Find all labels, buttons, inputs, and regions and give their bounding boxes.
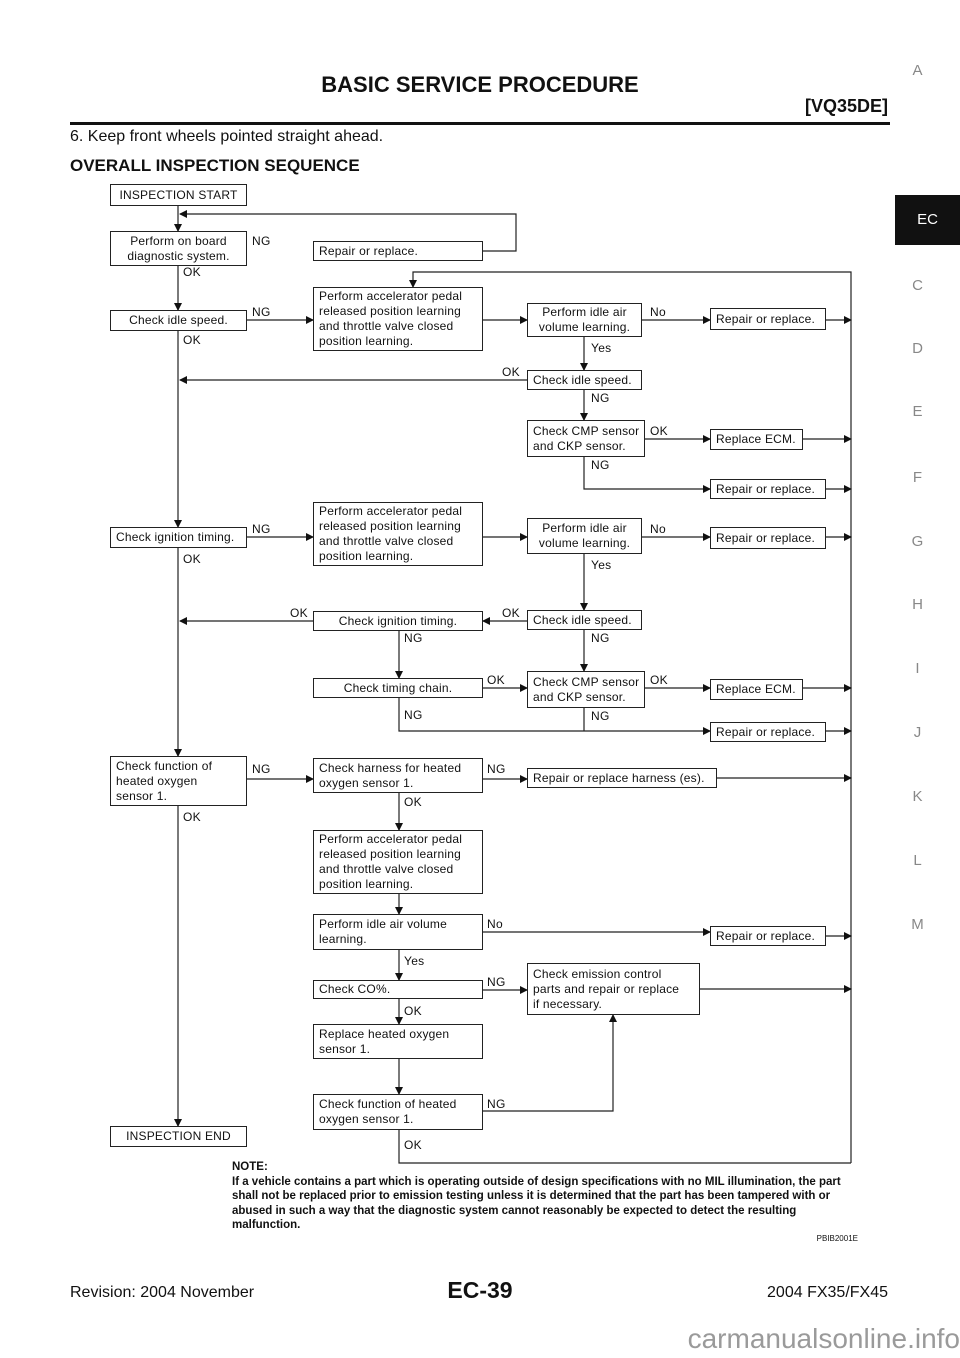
edge-label-ng: NG <box>252 762 271 776</box>
edge-label-ok: OK <box>650 424 668 438</box>
edge-label-yes: Yes <box>404 954 425 968</box>
edge-label-ng: NG <box>487 762 506 776</box>
flow-node-idle3: Check idle speed. <box>527 610 642 630</box>
flow-node-repair4: Repair or replace. <box>710 527 826 549</box>
flow-node-chain: Check timing chain. <box>313 678 483 698</box>
edge-label-ok: OK <box>404 1138 422 1152</box>
flow-node-start: INSPECTION START <box>110 184 247 206</box>
flow-node-idleair1: Perform idle air volume learning. <box>527 303 642 337</box>
flow-node-ecm2: Replace ECM. <box>710 679 803 700</box>
flow-node-ign2: Check ignition timing. <box>313 611 483 631</box>
flow-node-cmp1: Check CMP sensor and CKP sensor. <box>527 420 645 457</box>
flow-node-end: INSPECTION END <box>110 1126 247 1147</box>
edge-label-ng: NG <box>591 391 610 405</box>
flow-node-accel1: Perform accelerator pedal released posit… <box>313 287 483 351</box>
edge-label-no: No <box>650 305 666 319</box>
flow-node-repair5: Repair or replace. <box>710 722 826 742</box>
edge-label-ok: OK <box>404 1004 422 1018</box>
flow-connector <box>398 1130 851 1164</box>
edge-label-ng: NG <box>404 708 423 722</box>
edge-label-ng: NG <box>591 631 610 645</box>
flow-node-func2: Check function of heated oxygen sensor 1… <box>313 1094 483 1130</box>
flow-node-idle2: Check idle speed. <box>527 370 642 390</box>
edge-label-ok: OK <box>290 606 308 620</box>
note-heading: NOTE: <box>232 1161 268 1173</box>
flow-node-idleair2: Perform idle air volume learning. <box>527 518 642 554</box>
edge-label-no: No <box>650 522 666 536</box>
edge-label-ng: NG <box>252 234 271 248</box>
flow-node-repair6: Repair or replace. <box>710 926 826 946</box>
footer-model: 2004 FX35/FX45 <box>767 1284 888 1301</box>
edge-label-ok: OK <box>487 673 505 687</box>
flow-node-accel2: Perform accelerator pedal released posit… <box>313 502 483 566</box>
note: NOTE: If a vehicle contains a part which… <box>232 1160 852 1233</box>
edge-label-ok: OK <box>502 365 520 379</box>
edge-label-ng: NG <box>591 709 610 723</box>
flow-node-repair2: Repair or replace. <box>710 308 826 330</box>
edge-label-yes: Yes <box>591 341 612 355</box>
edge-label-ok: OK <box>650 673 668 687</box>
edge-label-yes: Yes <box>591 558 612 572</box>
edge-label-ok: OK <box>183 552 201 566</box>
flow-node-idle1: Check idle speed. <box>110 310 247 331</box>
edge-label-ok: OK <box>502 606 520 620</box>
flow-node-accel3: Perform accelerator pedal released posit… <box>313 830 483 894</box>
edge-label-ok: OK <box>404 795 422 809</box>
flow-node-replaceO2: Replace heated oxygen sensor 1. <box>313 1024 483 1059</box>
edge-label-ng: NG <box>252 305 271 319</box>
edge-label-ng: NG <box>487 1097 506 1111</box>
flow-node-ign1: Check ignition timing. <box>110 527 247 548</box>
flow-node-repair1: Repair or replace. <box>313 241 483 261</box>
flow-node-obd: Perform on board diagnostic system. <box>110 231 247 266</box>
flow-node-cmp2: Check CMP sensor and CKP sensor. <box>527 671 645 708</box>
flow-node-emission: Check emission control parts and repair … <box>527 963 700 1015</box>
edge-label-no: No <box>487 917 503 931</box>
edge-label-ng: NG <box>591 458 610 472</box>
edge-label-ok: OK <box>183 810 201 824</box>
edge-label-ng: NG <box>252 522 271 536</box>
flow-node-co: Check CO%. <box>313 980 483 999</box>
watermark: carmanualsonline.info <box>687 1323 960 1354</box>
flow-node-func1: Check function of heated oxygen sensor 1… <box>110 756 247 806</box>
flow-node-repairH: Repair or replace harness (es). <box>527 768 717 788</box>
edge-label-ok: OK <box>183 333 201 347</box>
edge-label-ng: NG <box>487 975 506 989</box>
flow-node-harness: Check harness for heated oxygen sensor 1… <box>313 758 483 793</box>
note-text: If a vehicle contains a part which is op… <box>232 1175 841 1232</box>
edge-label-ok: OK <box>183 265 201 279</box>
flow-node-ecm1: Replace ECM. <box>710 429 803 450</box>
figure-id: PBIB2001E <box>816 1234 858 1243</box>
flow-node-repair3: Repair or replace. <box>710 479 826 499</box>
flow-node-idleair3: Perform idle air volume learning. <box>313 914 483 950</box>
edge-label-ng: NG <box>404 631 423 645</box>
